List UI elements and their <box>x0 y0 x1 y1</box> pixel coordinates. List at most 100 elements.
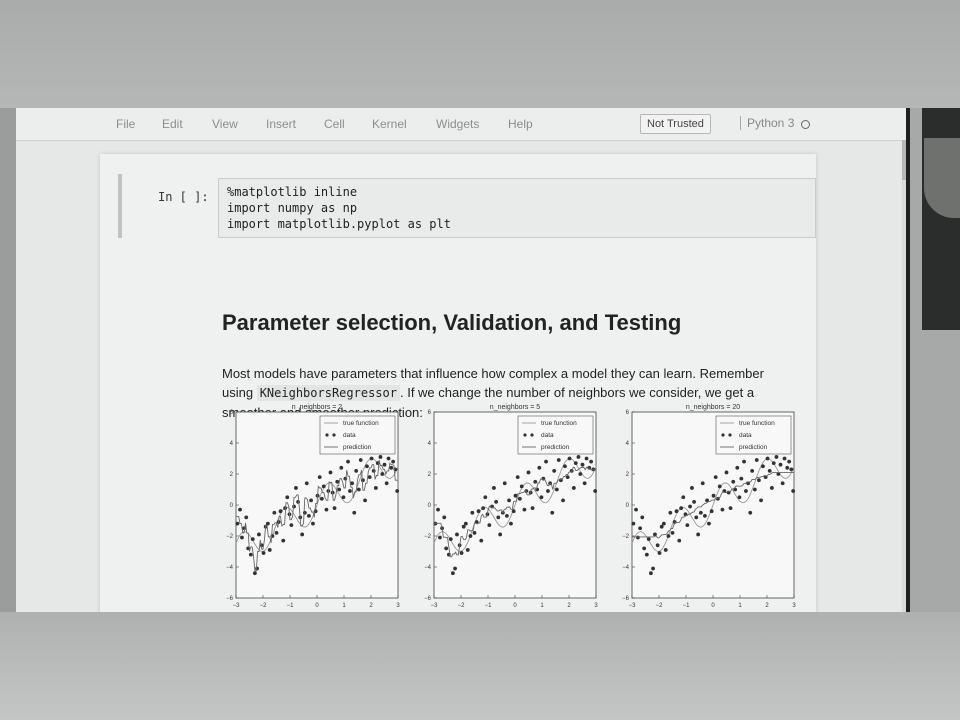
data-point <box>649 571 653 576</box>
code-line: import numpy as np <box>227 201 358 215</box>
data-point <box>724 470 729 475</box>
code-line: %matplotlib inline <box>227 185 358 199</box>
data-point <box>757 478 761 483</box>
data-point <box>576 455 581 459</box>
y-tick-label: 0 <box>230 503 234 509</box>
data-point <box>754 458 759 462</box>
data-point <box>300 532 305 537</box>
data-point <box>335 479 340 484</box>
x-tick-label: −3 <box>431 603 439 609</box>
data-point <box>674 509 679 514</box>
x-tick-label: −3 <box>629 603 637 609</box>
data-point <box>354 469 359 473</box>
y-tick-label: 6 <box>230 410 234 416</box>
data-point <box>655 543 660 548</box>
legend-label: data <box>343 432 356 439</box>
data-point <box>356 487 361 492</box>
data-point <box>502 481 507 486</box>
data-point <box>339 465 344 470</box>
legend-marker <box>530 433 534 437</box>
x-tick-label: 2 <box>567 603 571 609</box>
data-point <box>584 456 589 461</box>
room-wall-bottom <box>0 612 960 720</box>
y-tick-label: −4 <box>622 565 630 571</box>
data-point <box>511 509 516 514</box>
menu-file[interactable]: File <box>116 117 135 131</box>
not-trusted-indicator[interactable]: Not Trusted <box>640 114 711 134</box>
data-point <box>324 507 329 512</box>
data-point <box>739 476 744 481</box>
data-point <box>750 469 755 473</box>
code-input-area[interactable]: %matplotlib inline import numpy as np im… <box>218 178 816 238</box>
data-point <box>472 531 477 535</box>
speaker-silhouette <box>924 138 960 218</box>
data-point <box>242 526 246 531</box>
menu-insert[interactable]: Insert <box>266 117 296 131</box>
scrollbar-track[interactable] <box>902 140 906 612</box>
data-point <box>363 498 367 503</box>
data-point <box>578 472 583 476</box>
data-point <box>737 495 742 500</box>
x-tick-label: 1 <box>540 603 544 609</box>
data-point <box>238 507 242 512</box>
legend-label: true function <box>739 420 775 427</box>
kernel-name[interactable]: Python 3 <box>740 116 794 130</box>
data-point <box>789 467 794 472</box>
y-tick-label: −2 <box>622 534 630 540</box>
data-point <box>386 456 391 461</box>
scrollbar-thumb[interactable] <box>902 140 906 180</box>
plot-title: n_neighbors = 2 <box>292 404 343 411</box>
data-point <box>544 459 548 464</box>
data-point <box>494 500 498 504</box>
data-point <box>481 506 486 510</box>
data-point <box>317 475 322 479</box>
data-point <box>554 487 559 492</box>
data-point <box>636 535 640 540</box>
data-point <box>321 484 326 489</box>
screen-frame-edge <box>906 108 910 612</box>
legend-label: prediction <box>739 444 768 451</box>
data-point <box>515 475 520 479</box>
menu-edit[interactable]: Edit <box>162 117 183 131</box>
y-tick-label: 0 <box>626 503 630 509</box>
data-point <box>444 546 449 551</box>
data-point <box>235 521 240 526</box>
data-point <box>582 481 587 486</box>
data-point <box>453 566 457 571</box>
data-point <box>507 498 511 503</box>
data-point <box>492 486 496 490</box>
menu-cell[interactable]: Cell <box>324 117 345 131</box>
data-point <box>517 496 522 501</box>
data-point <box>657 551 662 555</box>
data-point <box>688 504 692 509</box>
data-point <box>248 552 253 557</box>
data-point <box>274 531 279 535</box>
data-point <box>451 571 455 576</box>
x-tick-label: −3 <box>233 603 241 609</box>
data-point <box>640 515 645 520</box>
data-point <box>380 472 385 476</box>
data-point <box>563 464 567 469</box>
data-point <box>661 521 666 526</box>
data-point <box>709 509 714 514</box>
data-point <box>278 509 283 514</box>
data-point <box>681 495 686 500</box>
x-tick-label: 1 <box>738 603 742 609</box>
menu-widgets[interactable]: Widgets <box>436 117 479 131</box>
data-point <box>552 469 557 473</box>
legend-marker <box>721 433 725 437</box>
cell-selection-bar <box>118 174 122 238</box>
data-point <box>752 487 757 492</box>
code-cell[interactable]: In [ ]: %matplotlib inline import numpy … <box>118 174 816 238</box>
legend-label: data <box>739 432 752 439</box>
menu-kernel[interactable]: Kernel <box>372 117 407 131</box>
notebook-container: In [ ]: %matplotlib inline import numpy … <box>100 154 816 612</box>
y-tick-label: 6 <box>626 410 630 416</box>
data-point <box>389 465 394 470</box>
data-point <box>498 532 503 537</box>
menu-help[interactable]: Help <box>508 117 533 131</box>
data-point <box>352 510 357 515</box>
menu-view[interactable]: View <box>212 117 238 131</box>
data-point <box>240 535 244 540</box>
data-point <box>307 513 311 518</box>
